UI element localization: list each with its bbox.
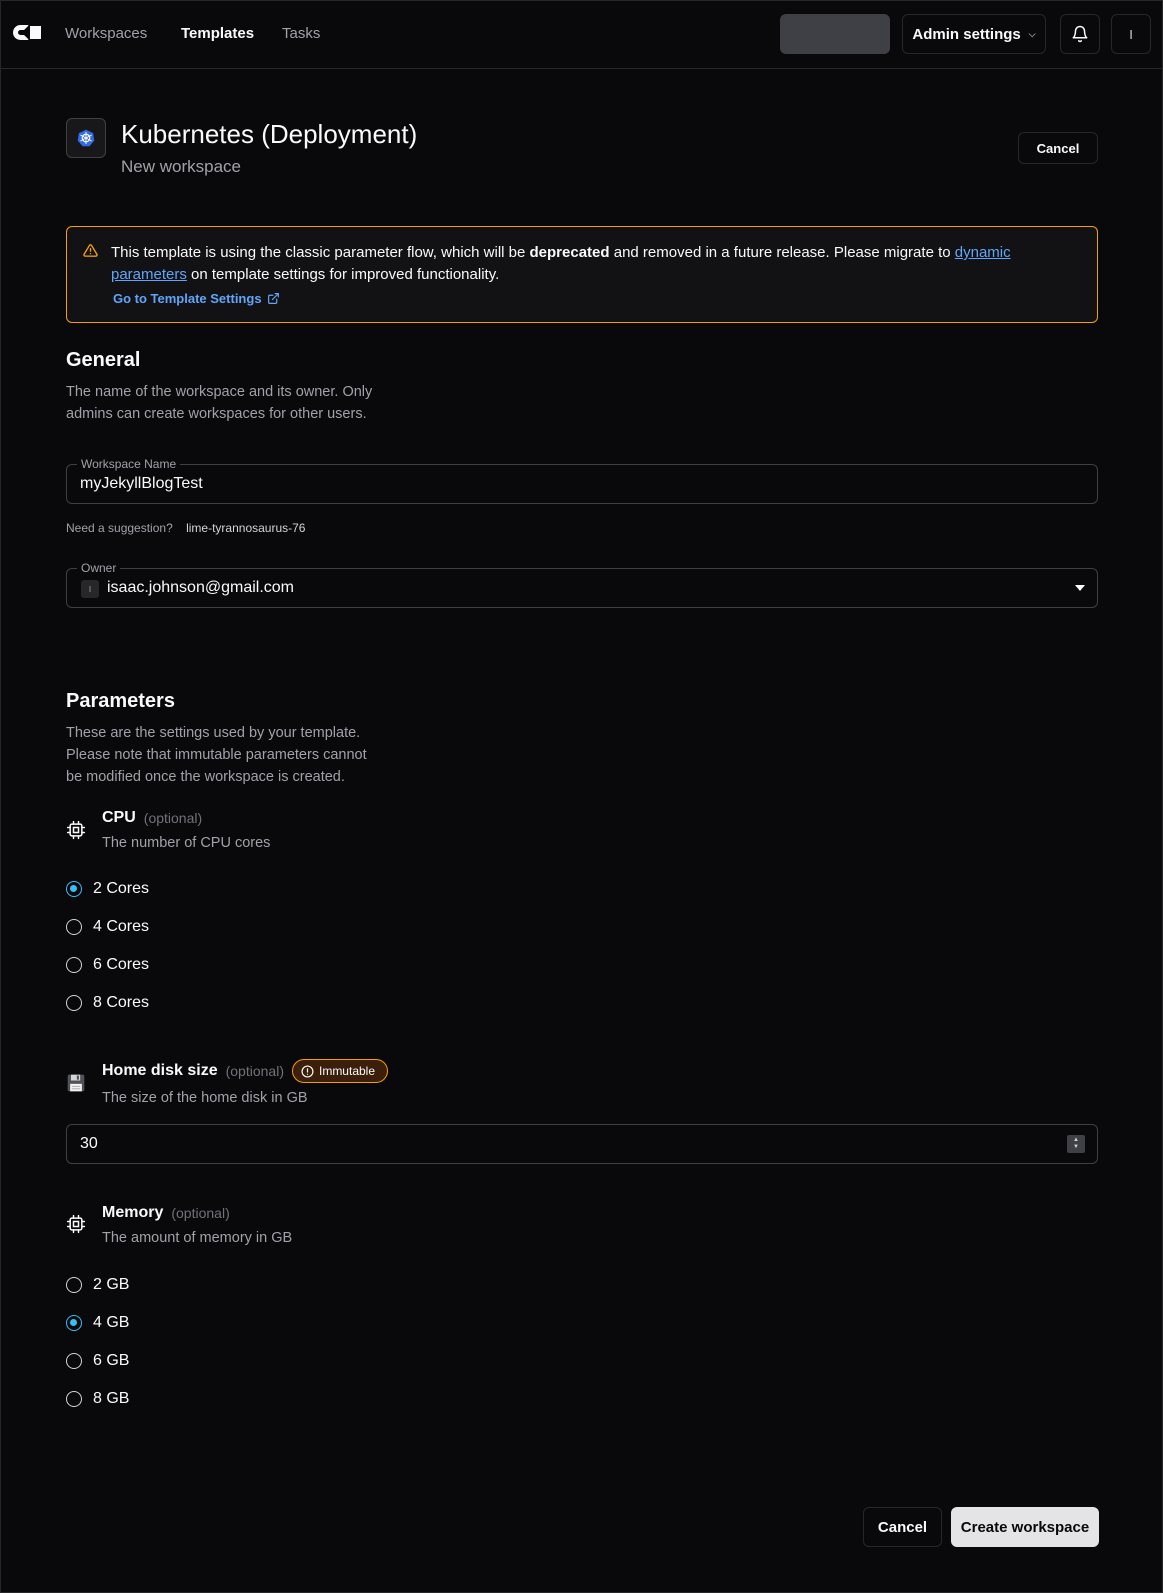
- radio-label: 2 GB: [93, 1276, 130, 1293]
- external-link-icon: [267, 293, 279, 304]
- user-avatar-button[interactable]: I: [1111, 14, 1151, 54]
- workspace-name-value: myJekyllBlogTest: [80, 475, 203, 492]
- home-disk-label: Home disk size: [102, 1062, 218, 1079]
- home-disk-param-name: Home disk size (optional) Immutable: [102, 1059, 389, 1083]
- immutable-badge: Immutable: [291, 1059, 389, 1083]
- notifications-button[interactable]: [1060, 14, 1100, 54]
- radio-label: 4 Cores: [93, 918, 150, 935]
- parameters-section-description: These are the settings used by your temp…: [66, 725, 367, 785]
- home-disk-size-input[interactable]: 30 ▲ ▼: [66, 1124, 1098, 1164]
- radio-button[interactable]: [66, 1353, 82, 1369]
- cpu-option-8-cores[interactable]: 8 Cores: [66, 994, 149, 1012]
- radio-button[interactable]: [66, 1277, 82, 1293]
- parameters-section-title: Parameters: [66, 690, 175, 712]
- page-title: Kubernetes (Deployment): [121, 119, 418, 149]
- cpu-param-name: CPU (optional): [102, 809, 202, 827]
- cpu-option-4-cores[interactable]: 4 Cores: [66, 918, 149, 936]
- dropdown-caret-icon: [1075, 585, 1085, 591]
- suggestion-label: Need a suggestion?: [66, 521, 173, 535]
- memory-param-name: Memory (optional): [102, 1204, 230, 1222]
- deployment-banner-placeholder[interactable]: [780, 14, 890, 54]
- radio-label: 8 GB: [93, 1390, 130, 1407]
- home-disk-description: The size of the home disk in GB: [102, 1090, 308, 1106]
- workspace-name-label: Workspace Name: [77, 456, 181, 472]
- page-subtitle: New workspace: [121, 157, 241, 176]
- kubernetes-icon: [66, 118, 106, 158]
- cancel-button[interactable]: Cancel: [863, 1507, 942, 1547]
- radio-button[interactable]: [66, 1315, 82, 1331]
- memory-option-4-gb[interactable]: 4 GB: [66, 1314, 129, 1332]
- radio-button[interactable]: [66, 957, 82, 973]
- alert-circle-icon: [301, 1064, 314, 1078]
- memory-optional-label: (optional): [171, 1205, 230, 1221]
- top-nav-bar: Workspaces Templates Tasks Admin setting…: [1, 1, 1162, 69]
- radio-label: 2 Cores: [93, 880, 150, 897]
- radio-button[interactable]: [66, 995, 82, 1011]
- chevron-down-icon: ⌵: [1028, 28, 1036, 39]
- nav-workspaces[interactable]: Workspaces: [65, 25, 147, 42]
- owner-select[interactable]: Owner I isaac.johnson@gmail.com: [66, 560, 1098, 608]
- home-disk-size-value: 30: [80, 1135, 98, 1152]
- general-section-title: General: [66, 349, 141, 371]
- nav-templates[interactable]: Templates: [181, 25, 254, 42]
- coder-logo[interactable]: [13, 25, 42, 42]
- radio-label: 4 GB: [93, 1314, 130, 1331]
- bell-icon: [1072, 25, 1088, 43]
- radio-button[interactable]: [66, 881, 82, 897]
- radio-label: 6 GB: [93, 1352, 130, 1369]
- memory-description: The amount of memory in GB: [102, 1230, 293, 1246]
- immutable-badge-label: Immutable: [318, 1064, 376, 1078]
- home-disk-optional-label: (optional): [225, 1063, 284, 1079]
- memory-option-6-gb[interactable]: 6 GB: [66, 1352, 129, 1370]
- name-suggestion: Need a suggestion? lime-tyrannosaurus-76: [66, 521, 305, 535]
- alert-deprecated-text: deprecated: [529, 244, 610, 261]
- cancel-button-top[interactable]: Cancel: [1018, 132, 1098, 164]
- cpu-icon: [66, 1214, 86, 1234]
- cpu-optional-label: (optional): [143, 810, 203, 826]
- radio-button[interactable]: [66, 1391, 82, 1407]
- deprecation-warning-alert: This template is using the classic param…: [66, 226, 1098, 323]
- owner-label: Owner: [77, 560, 121, 576]
- cpu-label: CPU: [102, 809, 136, 826]
- alert-message: This template is using the classic param…: [111, 244, 1011, 283]
- radio-label: 6 Cores: [93, 956, 150, 973]
- workspace-name-field[interactable]: Workspace Name myJekyllBlogTest: [66, 456, 1098, 504]
- avatar-initial: I: [1129, 26, 1133, 42]
- cpu-description: The number of CPU cores: [102, 835, 271, 851]
- warning-triangle-icon: [83, 244, 98, 257]
- cpu-option-2-cores[interactable]: 2 Cores: [66, 880, 149, 898]
- template-settings-label: Go to Template Settings: [113, 291, 262, 306]
- memory-option-8-gb[interactable]: 8 GB: [66, 1390, 129, 1408]
- radio-label: 8 Cores: [93, 994, 150, 1011]
- nav-tasks[interactable]: Tasks: [282, 25, 320, 42]
- owner-avatar: I: [81, 580, 99, 598]
- floppy-disk-icon: [67, 1074, 85, 1092]
- admin-settings-button[interactable]: Admin settings ⌵: [902, 14, 1046, 54]
- number-stepper[interactable]: ▲ ▼: [1067, 1135, 1085, 1153]
- admin-settings-label: Admin settings: [912, 25, 1021, 43]
- stepper-down-icon[interactable]: ▼: [1073, 1144, 1079, 1151]
- cpu-option-6-cores[interactable]: 6 Cores: [66, 956, 149, 974]
- memory-label: Memory: [102, 1204, 164, 1221]
- template-settings-link[interactable]: Go to Template Settings: [113, 291, 280, 306]
- radio-button[interactable]: [66, 919, 82, 935]
- memory-option-2-gb[interactable]: 2 GB: [66, 1276, 129, 1294]
- suggested-name-button[interactable]: lime-tyrannosaurus-76: [186, 521, 305, 535]
- stepper-up-icon[interactable]: ▲: [1073, 1137, 1079, 1144]
- cpu-icon: [66, 820, 86, 840]
- owner-value: isaac.johnson@gmail.com: [107, 579, 294, 596]
- create-workspace-button[interactable]: Create workspace: [951, 1507, 1099, 1547]
- general-section-description: The name of the workspace and its owner.…: [66, 384, 373, 422]
